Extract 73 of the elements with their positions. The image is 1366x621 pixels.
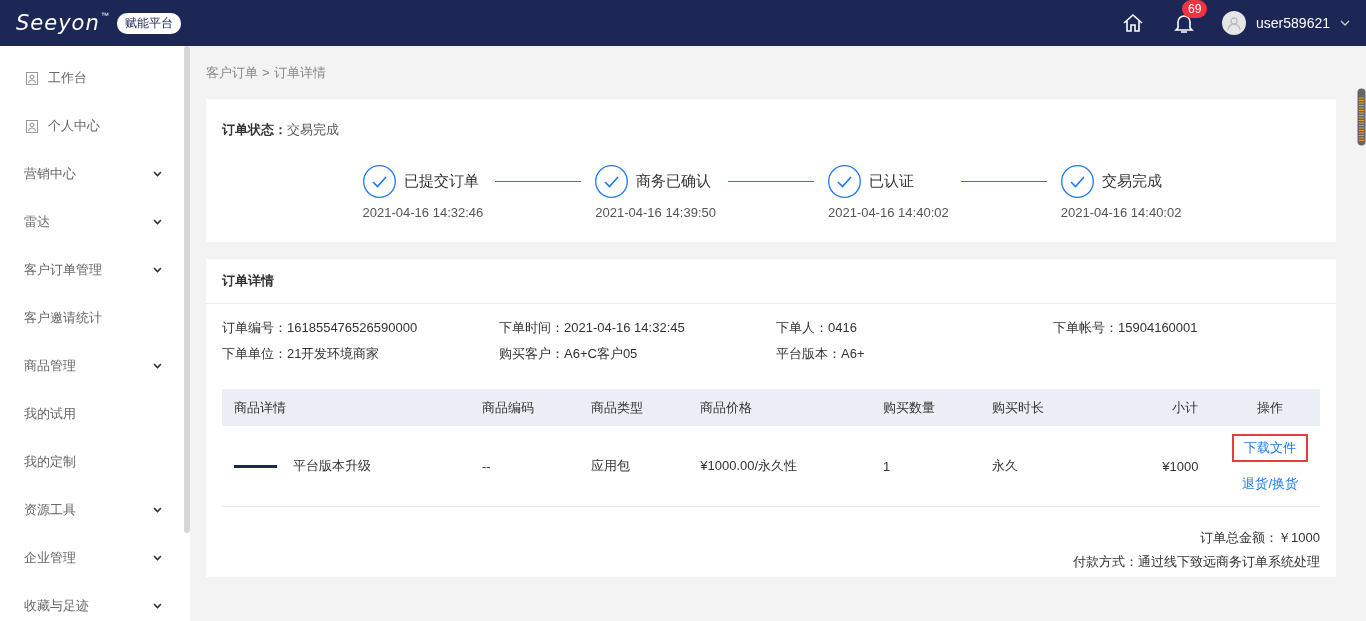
platform-badge: 赋能平台: [116, 12, 181, 34]
step-time: 2021-04-16 14:40:02: [1060, 205, 1182, 220]
field-value: 2021-04-16 14:32:45: [564, 320, 685, 335]
sidebar-item[interactable]: 企业管理: [0, 534, 184, 582]
home-icon[interactable]: [1122, 12, 1145, 34]
logo-text: Seeyon: [16, 11, 100, 35]
field-label: 下单时间：: [499, 320, 564, 335]
scrollbar-drawing[interactable]: [1356, 88, 1366, 146]
field-value: 0416: [828, 320, 857, 335]
caret-icon[interactable]: [1340, 20, 1350, 26]
sidebar-item[interactable]: 工作台: [0, 54, 184, 102]
status-value: 交易完成: [287, 121, 339, 139]
person-card-icon: [26, 71, 38, 85]
column-header: 商品类型: [579, 389, 689, 426]
sidebar-item[interactable]: 商品管理: [0, 342, 184, 390]
action-link[interactable]: 下载文件: [1232, 434, 1309, 462]
product-image: [234, 464, 277, 468]
sidebar-item[interactable]: 资源工具: [0, 486, 184, 534]
section-title: 订单详情: [206, 259, 1336, 304]
action-link[interactable]: 退货/换货: [1230, 470, 1310, 498]
field-value: 161855476526590000: [287, 320, 418, 335]
field-value: 15904160001: [1118, 320, 1198, 335]
sidebar-item[interactable]: 个人中心: [0, 102, 184, 150]
breadcrumb-link[interactable]: 客户订单: [206, 63, 258, 82]
step-time: 2021-04-16 14:32:46: [362, 205, 484, 220]
table-cell: 永久: [980, 426, 1116, 507]
step-time: 2021-04-16 14:39:50: [595, 205, 716, 220]
column-header: 商品详情: [222, 389, 470, 426]
field-value: A6+: [841, 346, 865, 361]
sidebar-item[interactable]: 客户订单管理: [0, 246, 184, 294]
scrollbar-thumb[interactable]: [184, 46, 190, 533]
sidebar-item[interactable]: 客户邀请统计: [0, 294, 184, 342]
step-label: 已提交订单: [403, 172, 479, 191]
field-label: 购买客户：: [499, 346, 564, 361]
sidebar-item[interactable]: 雷达: [0, 198, 184, 246]
table-cell: 应用包: [579, 426, 689, 507]
breadcrumb-separator: >: [262, 65, 270, 80]
column-header: 购买时长: [980, 389, 1116, 426]
status-label: 订单状态：: [222, 121, 287, 139]
sidebar-item[interactable]: 我的试用: [0, 390, 184, 438]
table-cell: ¥1000.00/永久性: [688, 426, 872, 507]
field-value: A6+C客户05: [564, 346, 638, 361]
product-name[interactable]: 平台版本升级: [293, 457, 371, 475]
field-label: 下单帐号：: [1053, 320, 1118, 335]
notification-badge: 69: [1182, 0, 1208, 18]
trademark-sign: ™: [100, 11, 109, 20]
sidebar-item[interactable]: 收藏与足迹: [0, 582, 184, 621]
payment-method: 付款方式：通过线下致远商务订单系统处理: [1073, 553, 1320, 571]
table-cell: ¥1000: [1115, 426, 1219, 507]
order-total: 订单总金额：￥1000: [1200, 529, 1320, 547]
column-header: 小计: [1115, 389, 1219, 426]
sidebar-item[interactable]: 我的定制: [0, 438, 184, 486]
table-cell: 1: [871, 426, 981, 507]
step-label: 已认证: [869, 172, 914, 191]
table-cell: --: [469, 426, 580, 507]
username[interactable]: user589621: [1256, 15, 1330, 31]
field-label: 下单单位：: [222, 346, 287, 361]
sidebar-item[interactable]: 营销中心: [0, 150, 184, 198]
field-label: 下单人：: [776, 320, 828, 335]
step-time: 2021-04-16 14:40:02: [828, 205, 949, 220]
person-card-icon: [26, 119, 38, 133]
field-label: 订单编号：: [222, 320, 287, 335]
column-header: 商品价格: [688, 389, 872, 426]
field-value: 21开发环境商家: [287, 346, 380, 361]
column-header: 商品编码: [469, 389, 580, 426]
breadcrumb-link[interactable]: 订单详情: [273, 63, 326, 82]
column-header: 购买数量: [871, 389, 981, 426]
column-header: 操作: [1218, 389, 1320, 426]
step-label: 商务已确认: [636, 172, 712, 191]
step-label: 交易完成: [1101, 172, 1162, 191]
bell-icon[interactable]: [1174, 12, 1195, 34]
field-label: 平台版本：: [776, 346, 841, 361]
avatar-icon[interactable]: [1222, 11, 1247, 35]
